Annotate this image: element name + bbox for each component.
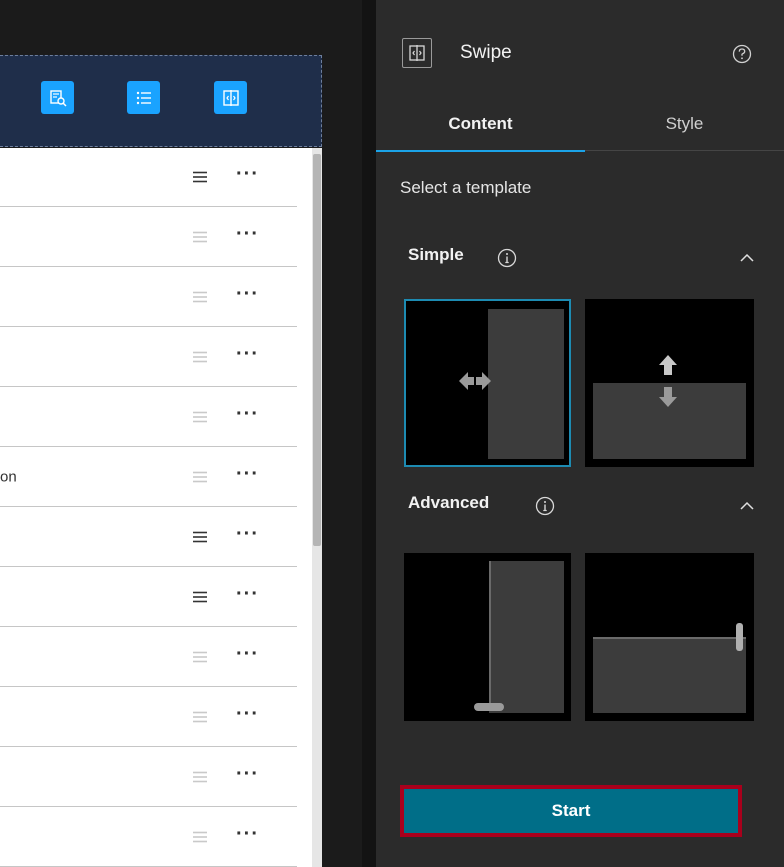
- more-options-icon[interactable]: ···: [236, 283, 259, 306]
- more-options-icon[interactable]: ···: [236, 643, 259, 666]
- more-options-icon[interactable]: ···: [236, 703, 259, 726]
- template-advanced-vertical[interactable]: [404, 553, 571, 721]
- list-item[interactable]: ···: [0, 388, 297, 447]
- scrollbar[interactable]: [312, 148, 322, 867]
- drag-handle-icon[interactable]: [192, 531, 208, 543]
- panel-title: Swipe: [460, 42, 512, 63]
- swipe-icon: [222, 89, 239, 106]
- list-item[interactable]: ···: [0, 328, 297, 387]
- swipe-button[interactable]: [214, 81, 247, 114]
- legend-search-button[interactable]: [41, 81, 74, 114]
- more-options-icon[interactable]: ···: [236, 223, 259, 246]
- drag-handle-icon[interactable]: [192, 591, 208, 603]
- section-title-advanced[interactable]: Advanced: [408, 493, 489, 513]
- more-options-icon[interactable]: ···: [236, 403, 259, 426]
- template-advanced-horizontal[interactable]: [585, 553, 754, 721]
- map-list-area: ··· ··· ··· ··· ··· on ··· ··· ··· ··· ··· ··· ···: [0, 0, 362, 867]
- list-item[interactable]: ···: [0, 688, 297, 747]
- drag-handle-icon[interactable]: [192, 171, 208, 183]
- swipe-divider: [489, 561, 491, 711]
- help-icon[interactable]: [732, 44, 752, 64]
- panel-divider[interactable]: [362, 0, 376, 867]
- list-item[interactable]: ···: [0, 628, 297, 687]
- legend-search-icon: [49, 89, 67, 107]
- layer-list-button[interactable]: [127, 81, 160, 114]
- drag-handle-icon[interactable]: [192, 831, 208, 843]
- panel-header: Swipe: [376, 0, 784, 100]
- list-item[interactable]: ···: [0, 508, 297, 567]
- scrollbar-thumb[interactable]: [313, 154, 321, 546]
- info-icon[interactable]: [535, 496, 555, 516]
- more-options-icon[interactable]: ···: [236, 583, 259, 606]
- more-options-icon[interactable]: ···: [236, 463, 259, 486]
- info-icon[interactable]: [497, 248, 517, 268]
- more-options-icon[interactable]: ···: [236, 763, 259, 786]
- swipe-layer: [593, 637, 746, 713]
- arrows-left-right-icon: [459, 372, 491, 390]
- more-options-icon[interactable]: ···: [236, 523, 259, 546]
- more-options-icon[interactable]: ···: [236, 823, 259, 846]
- swipe-layer: [489, 561, 564, 713]
- swipe-panel: Swipe Content Style Select a template Si…: [376, 0, 784, 867]
- drag-handle-icon[interactable]: [192, 471, 208, 483]
- drag-handle-icon[interactable]: [192, 651, 208, 663]
- drag-handle-icon[interactable]: [192, 291, 208, 303]
- section-title-simple[interactable]: Simple: [408, 245, 464, 265]
- chevron-up-icon[interactable]: [739, 252, 755, 264]
- drag-handle-icon[interactable]: [192, 351, 208, 363]
- list-item[interactable]: on ···: [0, 448, 297, 507]
- list-item[interactable]: ···: [0, 208, 297, 267]
- list-item[interactable]: ···: [0, 568, 297, 627]
- list-item[interactable]: ···: [0, 268, 297, 327]
- list-item[interactable]: ···: [0, 148, 297, 207]
- swipe-layer: [488, 309, 564, 459]
- chevron-up-icon[interactable]: [739, 500, 755, 512]
- more-options-icon[interactable]: ···: [236, 163, 259, 186]
- start-button[interactable]: Start: [400, 785, 742, 837]
- layer-list-panel: ··· ··· ··· ··· ··· on ··· ··· ··· ··· ··· ··· ···: [0, 148, 322, 867]
- select-template-label: Select a template: [400, 178, 532, 197]
- swipe-handle: [474, 703, 504, 711]
- tab-style[interactable]: Style: [585, 110, 784, 151]
- tab-content[interactable]: Content: [376, 110, 585, 152]
- layer-list-icon: [136, 91, 151, 104]
- drag-handle-icon[interactable]: [192, 411, 208, 423]
- drag-handle-icon[interactable]: [192, 771, 208, 783]
- more-options-icon[interactable]: ···: [236, 343, 259, 366]
- list-item[interactable]: ···: [0, 748, 297, 807]
- template-simple-horizontal[interactable]: [585, 299, 754, 467]
- widget-toolbar: [0, 55, 322, 147]
- arrows-up-down-icon: [659, 355, 677, 407]
- swipe-icon: [402, 38, 432, 68]
- drag-handle-icon[interactable]: [192, 231, 208, 243]
- layer-name: on: [0, 468, 17, 486]
- swipe-divider: [593, 637, 746, 639]
- list-item[interactable]: ···: [0, 808, 297, 867]
- drag-handle-icon[interactable]: [192, 711, 208, 723]
- swipe-handle: [736, 623, 743, 651]
- template-simple-vertical[interactable]: [404, 299, 571, 467]
